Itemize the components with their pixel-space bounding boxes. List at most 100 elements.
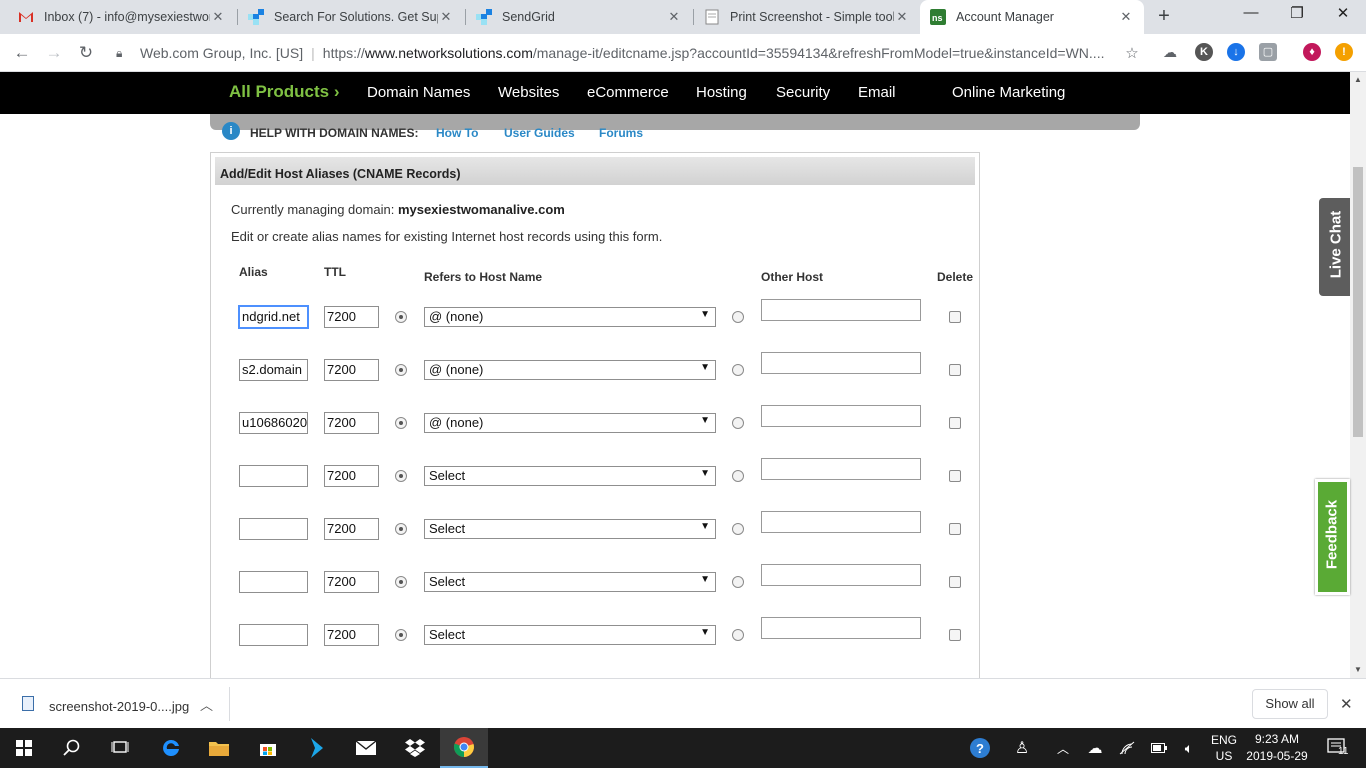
- close-icon[interactable]: ✕: [438, 9, 454, 25]
- people-icon[interactable]: ♙: [1010, 728, 1034, 768]
- other-host-radio[interactable]: [732, 470, 744, 482]
- help-icon[interactable]: ?: [966, 728, 994, 768]
- close-icon[interactable]: ✕: [210, 9, 226, 25]
- download-item[interactable]: screenshot-2019-0....jpg: [49, 699, 189, 714]
- mail-icon[interactable]: [342, 728, 390, 768]
- scroll-up-icon[interactable]: ▲: [1350, 75, 1366, 84]
- power-automate-icon[interactable]: [293, 728, 341, 768]
- help-link-user-guides[interactable]: User Guides: [504, 126, 575, 140]
- extension-cloud-icon[interactable]: ☁: [1163, 44, 1181, 61]
- delete-checkbox[interactable]: [949, 417, 961, 429]
- refers-host-radio[interactable]: [395, 629, 407, 641]
- search-icon[interactable]: [48, 728, 96, 768]
- refers-host-select[interactable]: Select ▼: [424, 625, 716, 645]
- all-products-link[interactable]: All Products ›: [229, 82, 340, 102]
- refers-host-select[interactable]: Select ▼: [424, 519, 716, 539]
- extension-gem-icon[interactable]: ♦: [1303, 43, 1321, 61]
- live-chat-tab[interactable]: Live Chat: [1319, 198, 1350, 296]
- refers-host-select[interactable]: @ (none) ▼: [424, 360, 716, 380]
- nav-domain-names[interactable]: Domain Names: [367, 84, 470, 101]
- scroll-down-icon[interactable]: ▼: [1350, 665, 1366, 674]
- delete-checkbox[interactable]: [949, 311, 961, 323]
- nav-ecommerce[interactable]: eCommerce: [587, 84, 669, 101]
- edge-browser-icon[interactable]: [147, 728, 195, 768]
- window-close-button[interactable]: ✕: [1320, 4, 1366, 28]
- extension-download-icon[interactable]: ↓: [1227, 43, 1245, 61]
- tab-search-solutions[interactable]: Search For Solutions. Get Supp ✕: [238, 0, 464, 34]
- tab-account-manager[interactable]: ns Account Manager ✕: [920, 0, 1144, 34]
- ttl-input[interactable]: 7200: [324, 412, 379, 434]
- extension-box-icon[interactable]: ▢: [1259, 43, 1277, 61]
- help-link-how-to[interactable]: How To: [436, 126, 478, 140]
- ttl-input[interactable]: 7200: [324, 359, 379, 381]
- back-icon[interactable]: ←: [10, 41, 34, 65]
- other-host-radio[interactable]: [732, 364, 744, 376]
- forward-icon[interactable]: →: [42, 41, 66, 65]
- close-icon[interactable]: ✕: [894, 9, 910, 25]
- tab-sendgrid[interactable]: SendGrid ✕: [466, 0, 692, 34]
- alias-input[interactable]: u10686020: [239, 412, 308, 434]
- refers-host-radio[interactable]: [395, 417, 407, 429]
- scrollbar-thumb[interactable]: [1353, 167, 1363, 437]
- ttl-input[interactable]: 7200: [324, 465, 379, 487]
- delete-checkbox[interactable]: [949, 629, 961, 641]
- task-view-icon[interactable]: [96, 728, 144, 768]
- other-host-input[interactable]: [761, 405, 921, 427]
- alias-input[interactable]: [239, 571, 308, 593]
- alias-input[interactable]: ndgrid.net: [238, 305, 309, 329]
- extension-k-icon[interactable]: K: [1195, 43, 1213, 61]
- other-host-radio[interactable]: [732, 311, 744, 323]
- delete-checkbox[interactable]: [949, 576, 961, 588]
- refers-host-select[interactable]: @ (none) ▼: [424, 307, 716, 327]
- volume-icon[interactable]: 🔈︎: [1178, 728, 1200, 768]
- ttl-input[interactable]: 7200: [324, 518, 379, 540]
- close-icon[interactable]: ✕: [1118, 9, 1134, 25]
- feedback-tab[interactable]: Feedback: [1315, 479, 1350, 595]
- onedrive-icon[interactable]: ☁: [1084, 728, 1106, 768]
- windows-start-icon[interactable]: [0, 728, 48, 768]
- tab-gmail-inbox[interactable]: Inbox (7) - info@mysexiestwon ✕: [8, 0, 236, 34]
- delete-checkbox[interactable]: [949, 523, 961, 535]
- file-explorer-icon[interactable]: [195, 728, 243, 768]
- other-host-input[interactable]: [761, 299, 921, 321]
- other-host-input[interactable]: [761, 458, 921, 480]
- restore-button[interactable]: ❐: [1274, 4, 1320, 28]
- alias-input[interactable]: [239, 465, 308, 487]
- minimize-button[interactable]: —: [1228, 4, 1274, 28]
- delete-checkbox[interactable]: [949, 470, 961, 482]
- chevron-up-icon[interactable]: ︿: [1052, 728, 1074, 768]
- refers-host-select[interactable]: @ (none) ▼: [424, 413, 716, 433]
- chevron-up-icon[interactable]: ︿: [200, 695, 213, 714]
- refers-host-radio[interactable]: [395, 576, 407, 588]
- extension-alert-icon[interactable]: !: [1335, 43, 1353, 61]
- nav-email[interactable]: Email: [858, 84, 896, 101]
- reload-icon[interactable]: ↻: [74, 41, 98, 65]
- battery-icon[interactable]: [1148, 728, 1170, 768]
- nav-hosting[interactable]: Hosting: [696, 84, 747, 101]
- alias-input[interactable]: s2.domain: [239, 359, 308, 381]
- other-host-radio[interactable]: [732, 417, 744, 429]
- ttl-input[interactable]: 7200: [324, 571, 379, 593]
- refers-host-radio[interactable]: [395, 311, 407, 323]
- ttl-input[interactable]: 7200: [324, 306, 379, 328]
- clock[interactable]: 9:23 AM 2019-05-29: [1244, 728, 1310, 768]
- nav-online-marketing[interactable]: Online Marketing: [952, 84, 1065, 101]
- nav-security[interactable]: Security: [776, 84, 830, 101]
- ttl-input[interactable]: 7200: [324, 624, 379, 646]
- close-icon[interactable]: ✕: [666, 9, 682, 25]
- other-host-input[interactable]: [761, 564, 921, 586]
- store-icon[interactable]: [244, 728, 292, 768]
- alias-input[interactable]: [239, 518, 308, 540]
- language-indicator[interactable]: ENG US: [1204, 728, 1244, 768]
- refers-host-select[interactable]: Select ▼: [424, 466, 716, 486]
- address-bar[interactable]: 🔒︎ Web.com Group, Inc. [US] | https://ww…: [108, 38, 1148, 68]
- other-host-radio[interactable]: [732, 523, 744, 535]
- show-all-button[interactable]: Show all: [1252, 689, 1328, 719]
- help-link-forums[interactable]: Forums: [599, 126, 643, 140]
- refers-host-radio[interactable]: [395, 364, 407, 376]
- refers-host-radio[interactable]: [395, 470, 407, 482]
- bookmark-star-icon[interactable]: ☆: [1122, 44, 1142, 62]
- tab-print-screenshot[interactable]: Print Screenshot - Simple tool ✕: [694, 0, 920, 34]
- refers-host-select[interactable]: Select ▼: [424, 572, 716, 592]
- nav-websites[interactable]: Websites: [498, 84, 559, 101]
